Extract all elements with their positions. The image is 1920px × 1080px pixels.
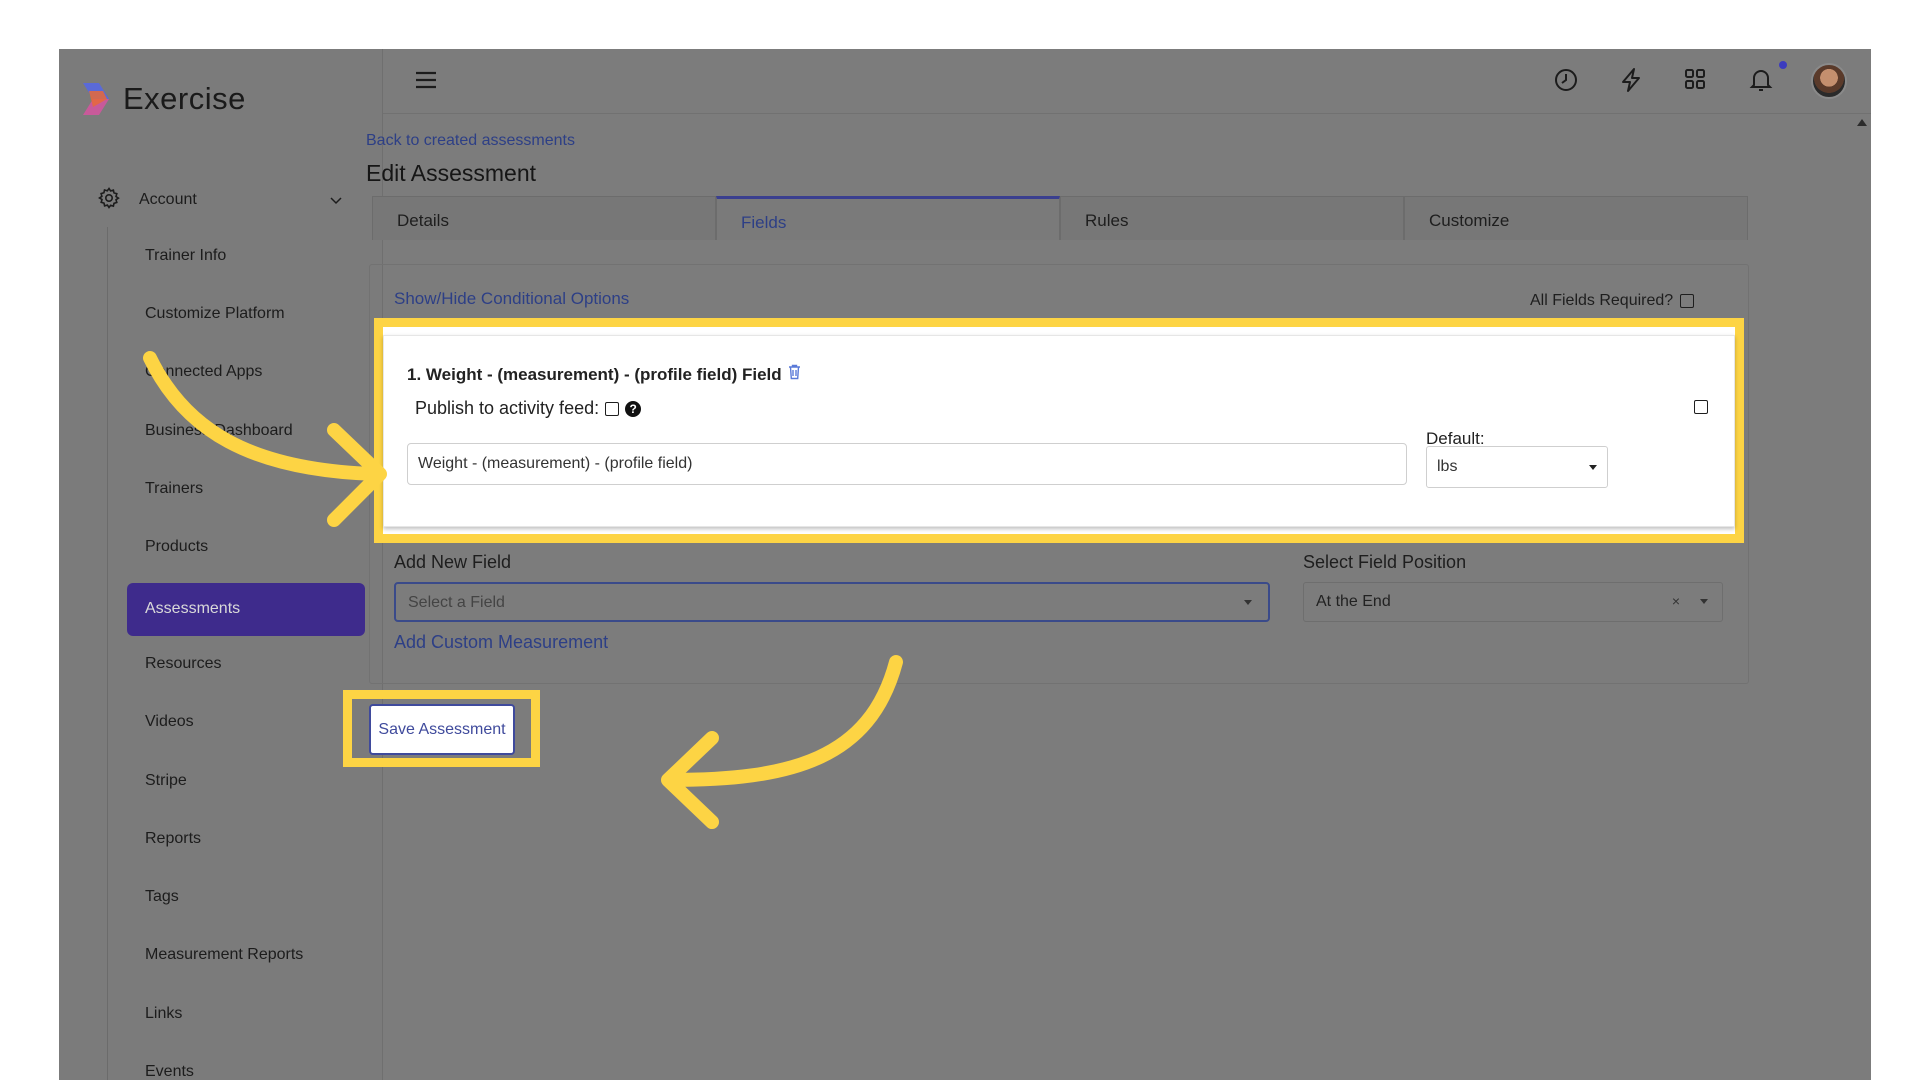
sidebar-item-videos[interactable]: Videos xyxy=(145,713,194,731)
caret-down-icon xyxy=(1700,599,1708,604)
back-to-assessments-link[interactable]: Back to created assessments xyxy=(366,132,575,150)
default-unit-value: lbs xyxy=(1437,458,1458,475)
clear-icon[interactable]: × xyxy=(1672,593,1680,609)
field-position-value: At the End xyxy=(1316,593,1391,610)
field-name-input[interactable]: Weight - (measurement) - (profile field) xyxy=(407,443,1407,485)
add-new-field-placeholder: Select a Field xyxy=(408,594,505,611)
tab-rules[interactable]: Rules xyxy=(1060,196,1404,240)
avatar[interactable] xyxy=(1811,63,1847,99)
sidebar-item-tags[interactable]: Tags xyxy=(145,888,179,906)
clock-icon[interactable] xyxy=(1553,67,1579,98)
sidebar-item-connected-apps[interactable]: Connected Apps xyxy=(145,363,262,381)
sidebar-item-trainer-info[interactable]: Trainer Info xyxy=(145,247,226,265)
all-fields-required: All Fields Required? xyxy=(1530,292,1695,310)
caret-down-icon xyxy=(1589,465,1597,470)
brand-logo[interactable]: Exercise xyxy=(79,81,246,117)
publish-checkbox[interactable] xyxy=(605,401,620,416)
field-highlight: 1. Weight - (measurement) - (profile fie… xyxy=(374,318,1744,543)
tab-customize[interactable]: Customize xyxy=(1404,196,1748,240)
gear-icon xyxy=(97,186,121,215)
add-new-field-label: Add New Field xyxy=(394,552,512,572)
sidebar-item-products[interactable]: Products xyxy=(145,538,208,556)
notification-dot xyxy=(1779,61,1787,69)
field-position-select[interactable]: At the End × xyxy=(1303,582,1723,622)
apps-grid-icon[interactable] xyxy=(1683,67,1707,96)
sidebar: Exercise Account Trainer Info Customize … xyxy=(59,49,383,1080)
all-fields-required-label: All Fields Required? xyxy=(1530,292,1674,309)
all-fields-required-checkbox[interactable] xyxy=(1680,294,1695,308)
show-hide-conditional-link[interactable]: Show/Hide Conditional Options xyxy=(394,289,629,309)
sidebar-item-reports[interactable]: Reports xyxy=(145,830,201,848)
sidebar-item-measurement-reports[interactable]: Measurement Reports xyxy=(145,946,303,964)
tab-bar: Details Fields Rules Customize xyxy=(372,196,1748,240)
sidebar-account-toggle[interactable]: Account xyxy=(97,186,347,215)
sidebar-item-stripe[interactable]: Stripe xyxy=(145,772,187,790)
bell-icon[interactable] xyxy=(1749,67,1773,98)
sidebar-item-trainers[interactable]: Trainers xyxy=(145,480,203,498)
app-name: Exercise xyxy=(123,81,246,116)
sidebar-item-customize-platform[interactable]: Customize Platform xyxy=(145,305,285,323)
publish-label: Publish to activity feed: xyxy=(415,398,600,418)
sidebar-item-business-dashboard[interactable]: Business Dashboard xyxy=(145,422,293,440)
sidebar-divider xyxy=(107,227,108,1080)
default-unit-select[interactable]: lbs xyxy=(1426,446,1608,488)
topbar xyxy=(383,49,1871,114)
field-title-text: 1. Weight - (measurement) - (profile fie… xyxy=(407,364,782,384)
select-position-label: Select Field Position xyxy=(1303,552,1467,572)
sidebar-item-resources[interactable]: Resources xyxy=(145,655,221,673)
caret-down-icon xyxy=(1244,600,1252,605)
tab-details[interactable]: Details xyxy=(372,196,716,240)
scroll-up-arrow-icon[interactable] xyxy=(1857,119,1867,126)
sidebar-item-events[interactable]: Events xyxy=(145,1063,194,1080)
add-new-field-select[interactable]: Select a Field xyxy=(394,582,1270,622)
tab-fields[interactable]: Fields xyxy=(716,196,1060,240)
add-custom-measurement-link[interactable]: Add Custom Measurement xyxy=(394,632,608,653)
trash-icon[interactable] xyxy=(788,364,801,385)
page-title: Edit Assessment xyxy=(366,160,537,186)
chevron-down-icon xyxy=(329,193,343,211)
sidebar-item-assessments-label: Assessments xyxy=(145,600,241,617)
menu-icon[interactable] xyxy=(415,71,437,94)
field-card: 1. Weight - (measurement) - (profile fie… xyxy=(383,335,1735,527)
help-icon[interactable]: ? xyxy=(625,400,642,417)
lightning-icon[interactable] xyxy=(1619,67,1643,98)
logo-icon xyxy=(79,81,113,117)
sidebar-item-links[interactable]: Links xyxy=(145,1005,182,1023)
save-assessment-button[interactable]: Save Assessment xyxy=(369,704,515,755)
publish-to-feed: Publish to activity feed: ? xyxy=(415,398,642,419)
sidebar-account-label: Account xyxy=(139,191,197,208)
field-title: 1. Weight - (measurement) - (profile fie… xyxy=(407,364,801,385)
field-required-checkbox[interactable] xyxy=(1694,400,1708,414)
